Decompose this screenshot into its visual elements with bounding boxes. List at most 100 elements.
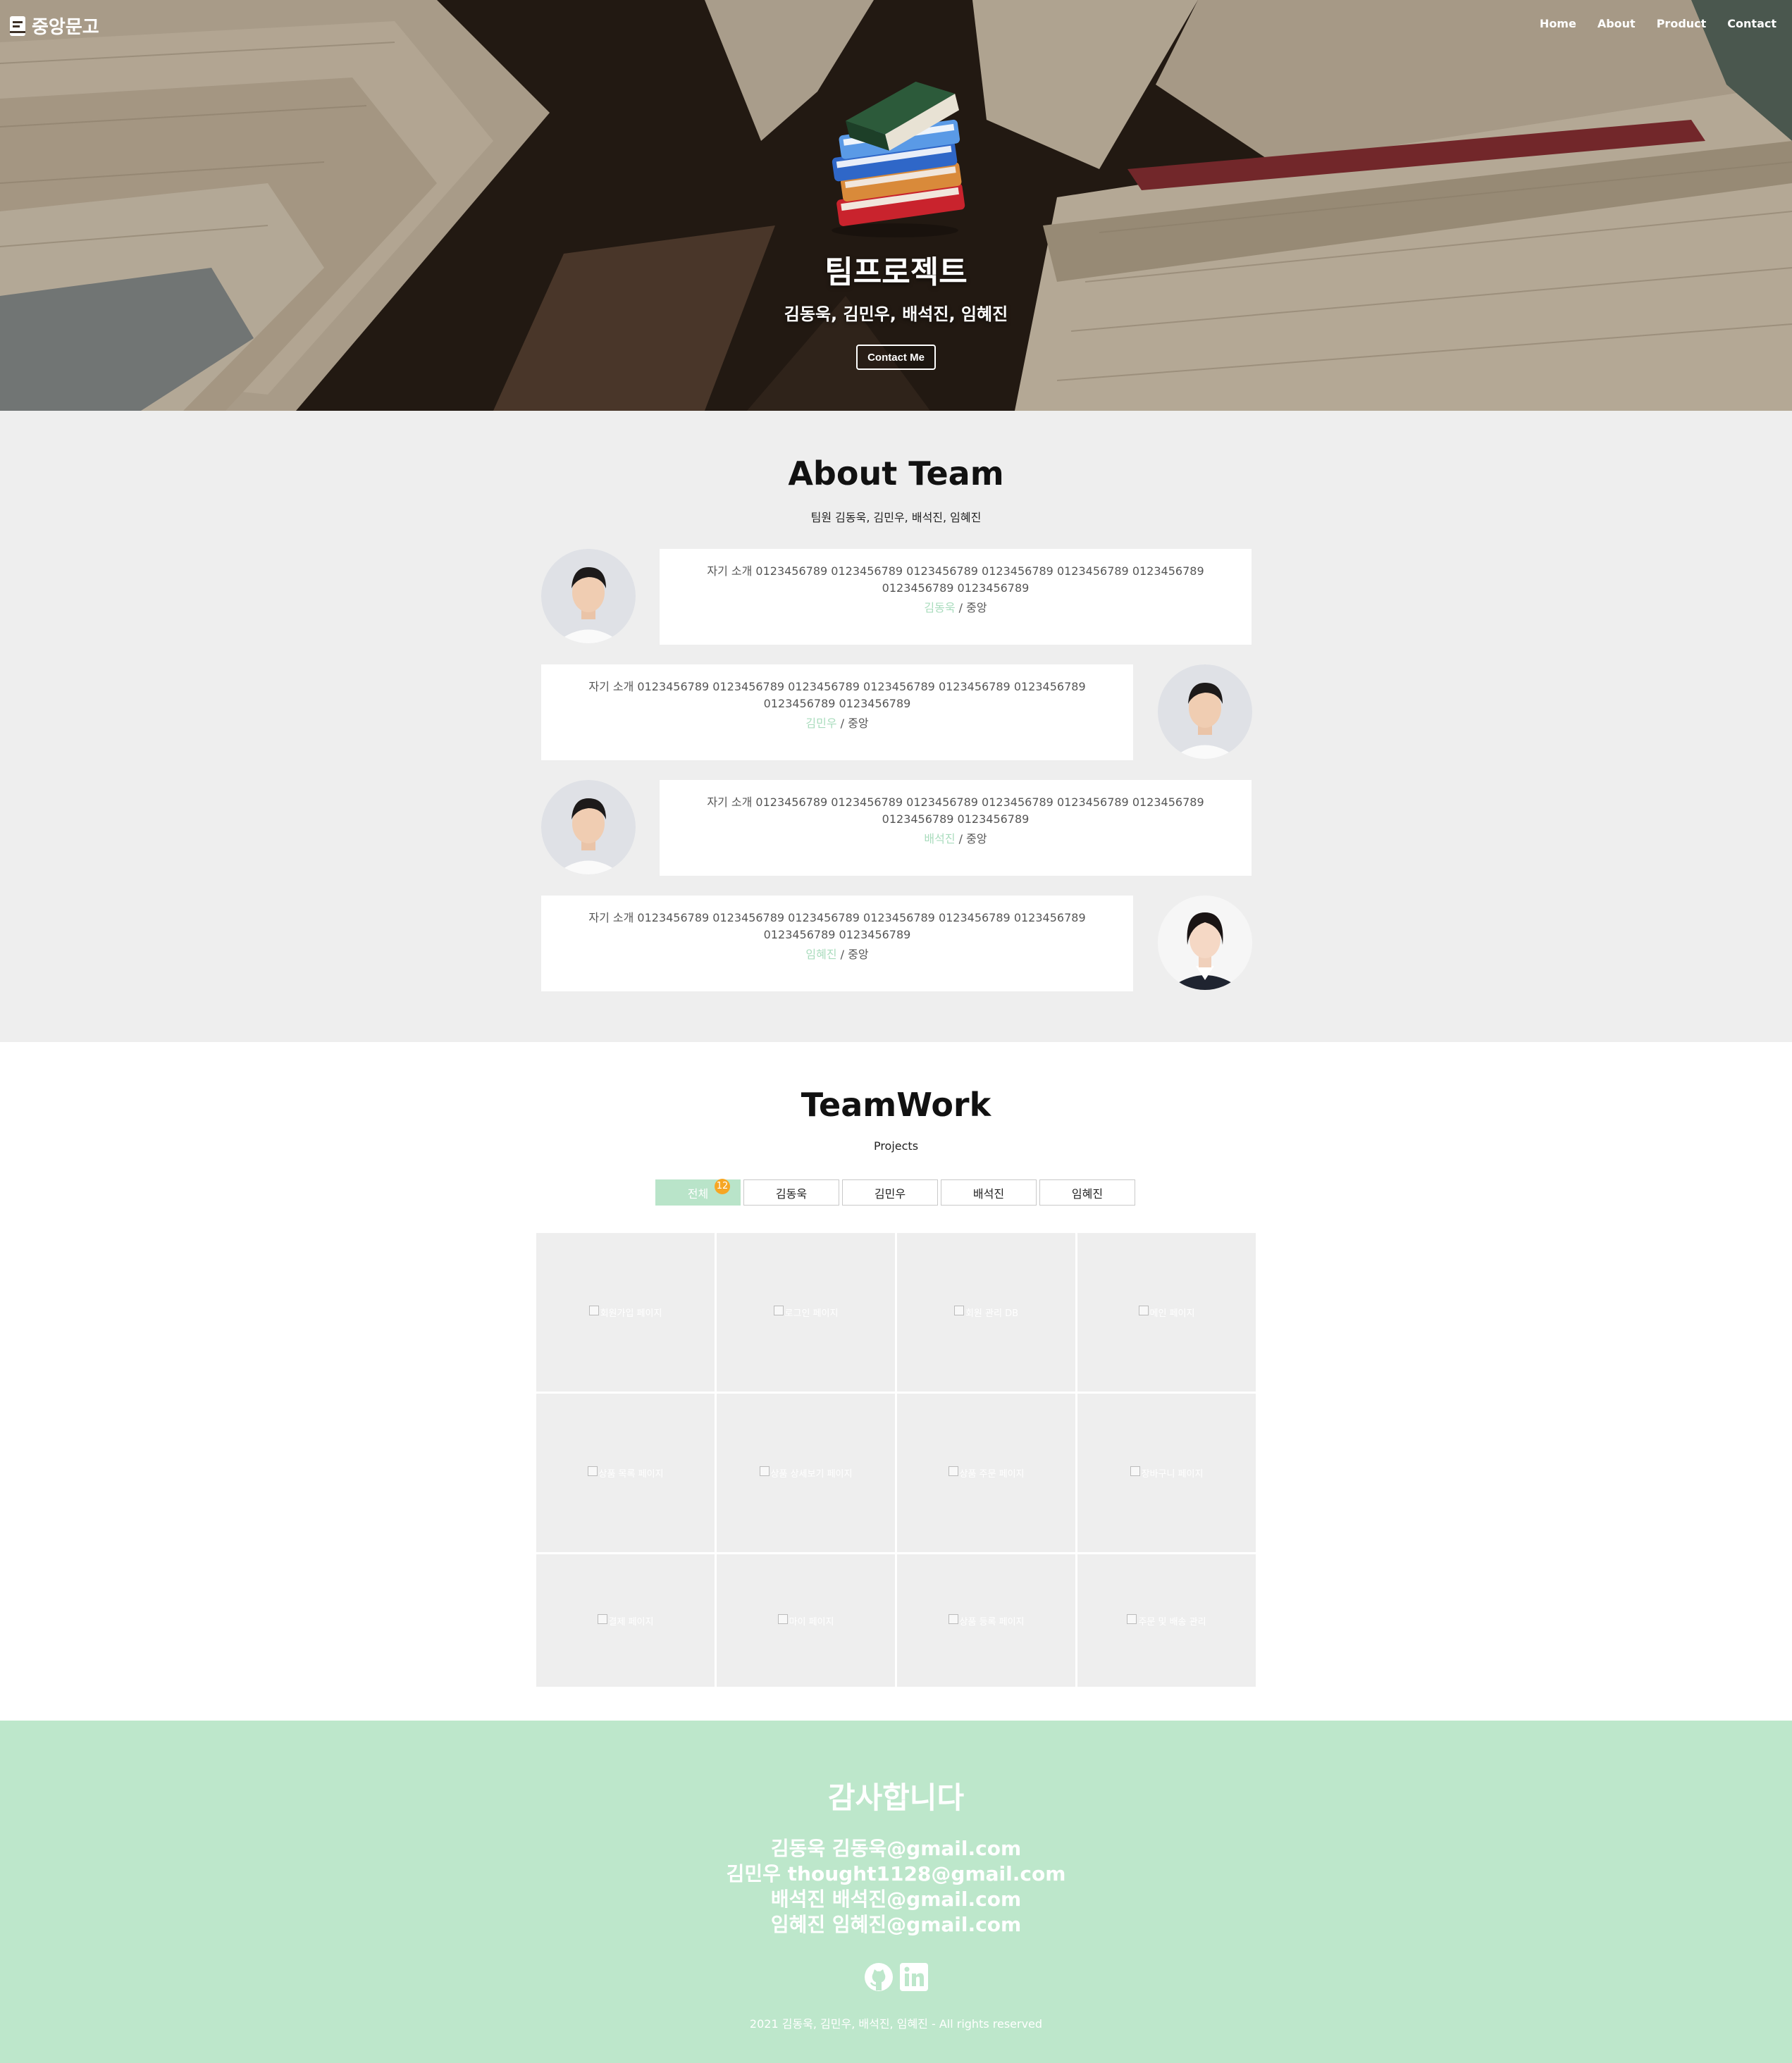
broken-image-icon (948, 1613, 958, 1624)
member-row: 자기 소개 0123456789 0123456789 0123456789 0… (540, 664, 1252, 760)
project-card[interactable]: 상품 주문 페이지 (897, 1394, 1075, 1552)
project-card[interactable]: 상품 등록 페이지 (897, 1554, 1075, 1687)
broken-image-icon (1138, 1306, 1149, 1315)
project-card[interactable]: 상품 목록 페이지 (536, 1394, 715, 1552)
member-org: 중앙 (966, 601, 987, 614)
male-portrait-icon (1158, 664, 1252, 759)
filter-member-button[interactable]: 임혜진 (1039, 1179, 1135, 1206)
member-intro: 자기 소개 0123456789 0123456789 0123456789 0… (707, 564, 1204, 595)
project-card[interactable]: 주문 및 배송 관리 (1077, 1554, 1256, 1687)
broken-image-icon (587, 1466, 598, 1476)
project-filter-bar: 전체 12 김동욱 김민우 배석진 임혜진 (655, 1179, 1135, 1206)
project-image-alt: 회원가입 페이지 (600, 1308, 662, 1319)
project-count-badge: 12 (715, 1179, 730, 1194)
brand-link[interactable]: 중앙문고 (9, 13, 99, 39)
project-image-alt: 상품 상세보기 페이지 (770, 1469, 853, 1480)
member-avatar (541, 549, 636, 643)
contact-line: 김동욱 김동욱@gmail.com (770, 1837, 1022, 1860)
about-section: About Team 팀원 김동욱, 김민우, 배석진, 임혜진 자기 소개 0… (0, 411, 1792, 1042)
member-name: 임혜진 (805, 948, 837, 961)
book-icon (10, 16, 25, 36)
member-org: 중앙 (848, 717, 869, 730)
nav-home-link[interactable]: Home (1540, 17, 1576, 30)
linkedin-icon (900, 1963, 928, 1991)
broken-image-icon (773, 1306, 784, 1315)
member-avatar (1158, 896, 1252, 990)
member-meta: 임혜진 / 중앙 (569, 945, 1105, 962)
project-image-placeholder: 로그인 페이지 (773, 1306, 838, 1319)
member-meta: 배석진 / 중앙 (688, 829, 1223, 846)
member-meta: 김민우 / 중앙 (569, 714, 1105, 731)
broken-image-icon (759, 1466, 770, 1476)
stacked-books-icon (832, 81, 965, 237)
project-card[interactable]: 회원가입 페이지 (536, 1233, 715, 1392)
about-subtitle: 팀원 김동욱, 김민우, 배석진, 임혜진 (810, 511, 982, 524)
member-row: 자기 소개 0123456789 0123456789 0123456789 0… (540, 549, 1252, 645)
member-avatar (541, 780, 636, 874)
nav-product-link[interactable]: Product (1657, 17, 1707, 30)
project-card[interactable]: 결제 페이지 (536, 1554, 715, 1687)
teamwork-title: TeamWork (801, 1086, 991, 1124)
footer-title: 감사합니다 (827, 1780, 965, 1815)
project-card[interactable]: 마이 페이지 (717, 1554, 895, 1687)
social-links (864, 1962, 929, 1992)
filter-all-button[interactable]: 전체 12 (655, 1179, 741, 1206)
filter-label: 전체 (687, 1187, 709, 1201)
brand-name: 중앙문고 (32, 17, 99, 38)
member-row: 자기 소개 0123456789 0123456789 0123456789 0… (540, 780, 1252, 876)
member-intro: 자기 소개 0123456789 0123456789 0123456789 0… (588, 680, 1086, 710)
member-card: 자기 소개 0123456789 0123456789 0123456789 0… (541, 896, 1133, 991)
project-image-placeholder: 상품 상세보기 페이지 (759, 1466, 853, 1480)
male-portrait-icon (541, 549, 636, 643)
contact-me-button[interactable]: Contact Me (856, 345, 936, 370)
broken-image-icon (953, 1306, 964, 1315)
member-meta-separator: / (836, 717, 848, 730)
member-meta-separator: / (955, 832, 967, 845)
nav-links: Home About Product Contact (1540, 17, 1776, 30)
project-card[interactable]: 회원 관리 DB (897, 1233, 1075, 1392)
female-portrait-icon (1158, 896, 1252, 990)
hero-section: 중앙문고 Home About Product Contact 팀프로젝트 김동… (0, 0, 1792, 411)
hero-title: 팀프로젝트 (824, 254, 968, 290)
github-link[interactable] (864, 1962, 894, 1992)
project-card[interactable]: 장바구니 페이지 (1077, 1394, 1256, 1552)
member-meta-separator: / (955, 601, 967, 614)
member-meta: 김동욱 / 중앙 (688, 598, 1223, 615)
filter-member-button[interactable]: 김동욱 (743, 1179, 839, 1206)
linkedin-link[interactable] (899, 1962, 929, 1992)
github-icon (865, 1963, 893, 1991)
member-meta-separator: / (836, 948, 848, 961)
member-name: 김민우 (805, 717, 837, 730)
project-image-alt: 마이 페이지 (789, 1616, 834, 1628)
project-image-alt: 상품 등록 페이지 (959, 1616, 1025, 1628)
filter-member-button[interactable]: 김민우 (842, 1179, 938, 1206)
member-name: 배석진 (924, 832, 956, 845)
about-title: About Team (788, 454, 1004, 492)
member-card: 자기 소개 0123456789 0123456789 0123456789 0… (660, 549, 1252, 645)
contact-line: 김민우 thought1128@gmail.com (726, 1862, 1066, 1885)
member-org: 중앙 (848, 948, 869, 961)
member-intro: 자기 소개 0123456789 0123456789 0123456789 0… (588, 911, 1086, 941)
project-image-placeholder: 메인 페이지 (1138, 1306, 1194, 1319)
copyright-text: 2021 김동욱, 김민우, 배석진, 임혜진 - All rights res… (749, 2017, 1043, 2031)
project-card[interactable]: 메인 페이지 (1077, 1233, 1256, 1392)
contact-list: 김동욱 김동욱@gmail.com 김민우 thought1128@gmail.… (0, 1836, 1792, 1938)
member-card: 자기 소개 0123456789 0123456789 0123456789 0… (541, 664, 1133, 760)
nav-contact-link[interactable]: Contact (1727, 17, 1776, 30)
hero-subtitle: 김동욱, 김민우, 배석진, 임혜진 (784, 304, 1008, 324)
project-image-placeholder: 회원가입 페이지 (588, 1306, 662, 1319)
project-image-alt: 결제 페이지 (608, 1616, 654, 1628)
project-card[interactable]: 상품 상세보기 페이지 (717, 1394, 895, 1552)
contact-line: 임혜진 임혜진@gmail.com (770, 1913, 1022, 1936)
broken-image-icon (597, 1613, 607, 1624)
broken-image-icon (1127, 1613, 1137, 1624)
project-image-placeholder: 회원 관리 DB (953, 1306, 1018, 1319)
nav-about-link[interactable]: About (1598, 17, 1636, 30)
navbar: 중앙문고 Home About Product Contact (0, 0, 1792, 48)
teamwork-section: TeamWork Projects 전체 12 김동욱 김민우 배석진 임혜진 … (0, 1042, 1792, 1721)
project-grid: 회원가입 페이지 로그인 페이지 회원 관리 DB 메인 페이지 상품 목록 페… (536, 1233, 1256, 1687)
member-intro: 자기 소개 0123456789 0123456789 0123456789 0… (707, 795, 1204, 826)
project-image-placeholder: 상품 등록 페이지 (948, 1613, 1025, 1628)
filter-member-button[interactable]: 배석진 (941, 1179, 1037, 1206)
project-card[interactable]: 로그인 페이지 (717, 1233, 895, 1392)
